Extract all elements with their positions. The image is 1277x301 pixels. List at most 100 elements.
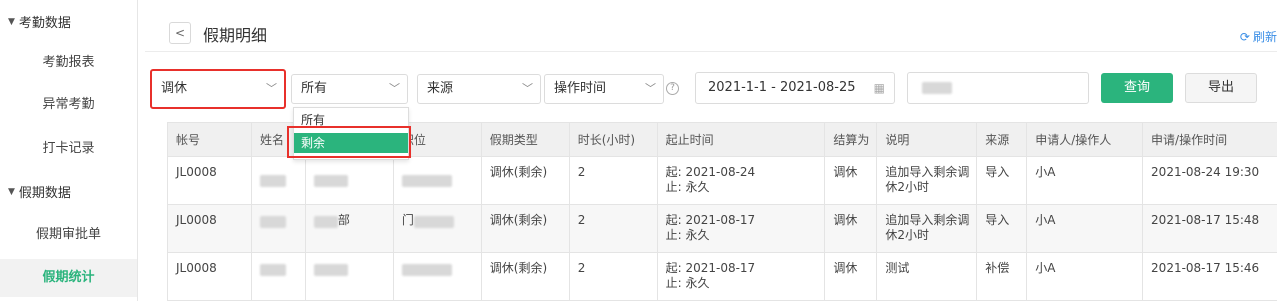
- cell-dept: 部: [304, 204, 394, 253]
- leave-type-value: 调休: [161, 81, 188, 96]
- cell-time: 2021-08-17 15:48: [1142, 204, 1277, 253]
- cell-applicant: 小A: [1026, 204, 1144, 253]
- redacted-text: [259, 263, 286, 276]
- chevron-down-icon: ﹀: [389, 82, 400, 95]
- table-row[interactable]: JL0008 部 门 调休(剩余) 2 起: 2021-08-17 止: 永久 调…: [167, 204, 1277, 253]
- redacted-text: [259, 175, 286, 187]
- chevron-down-icon: ﹀: [645, 82, 656, 95]
- period-end: 止: 永久: [665, 180, 710, 194]
- cell-account: JL0008: [167, 252, 252, 301]
- cell-name: [250, 204, 306, 253]
- page-title: 假期明细: [203, 26, 268, 45]
- export-button[interactable]: 导出: [1185, 73, 1257, 103]
- col-header-time: 申请/操作时间: [1142, 122, 1277, 157]
- col-header-account: 帐号: [167, 122, 252, 157]
- date-range-value: 2021-1-1 - 2021-08-25: [708, 80, 856, 95]
- chevron-down-icon: ﹀: [522, 82, 533, 95]
- cell-source: 导入: [976, 156, 1028, 205]
- table-row[interactable]: JL0008 调休(剩余) 2 起: 2021-08-17 止: 永久 调休 测试…: [167, 252, 1277, 301]
- period-start: 起: 2021-08-17: [665, 261, 756, 275]
- cell-time: 2021-08-17 15:46: [1142, 252, 1277, 301]
- dept-suffix: 部: [337, 213, 350, 227]
- leave-type-select[interactable]: 调休 ﹀: [150, 69, 286, 109]
- cell-period: 起: 2021-08-24 止: 永久: [656, 156, 826, 205]
- status-value: 所有: [301, 81, 328, 96]
- cell-position: [392, 252, 482, 301]
- cell-description: 追加导入剩余调休2小时: [876, 204, 978, 253]
- cell-settle: 调休: [824, 204, 878, 253]
- calendar-icon: ▦: [873, 81, 885, 95]
- redacted-text: [259, 215, 286, 228]
- cell-source: 导入: [976, 204, 1028, 253]
- sidebar-group-leave[interactable]: ▼ 假期数据: [8, 182, 71, 201]
- time-type-value: 操作时间: [554, 81, 607, 96]
- cell-dept: [304, 252, 394, 301]
- cell-leave-type: 调休(剩余): [480, 252, 570, 301]
- sidebar-item-abnormal-attendance[interactable]: 异常考勤: [0, 86, 137, 124]
- filter-bar: 调休 ﹀ 所有 ﹀ 来源 ﹀ 操作时间 ﹀ ? 2021-1-1 - 2021-…: [145, 69, 1277, 109]
- sidebar-group-attendance[interactable]: ▼ 考勤数据: [8, 12, 71, 31]
- col-header-leave-type: 假期类型: [480, 122, 570, 157]
- help-icon[interactable]: ?: [666, 82, 679, 95]
- refresh-icon: ⟳: [1239, 29, 1250, 44]
- source-value: 来源: [427, 81, 454, 96]
- redacted-text: [401, 175, 452, 187]
- refresh-label: 刷新: [1252, 30, 1277, 44]
- caret-down-icon: ▼: [8, 16, 15, 27]
- caret-down-icon: ▼: [8, 186, 15, 197]
- time-type-select[interactable]: 操作时间 ﹀: [544, 74, 664, 104]
- cell-hours: 2: [568, 252, 658, 301]
- table-row[interactable]: JL0008 调休(剩余) 2 起: 2021-08-24 止: 永久 调休 追加…: [167, 156, 1277, 205]
- cell-hours: 2: [568, 204, 658, 253]
- period-end: 止: 永久: [665, 228, 710, 242]
- col-header-description: 说明: [876, 122, 978, 157]
- query-button[interactable]: 查询: [1101, 73, 1173, 103]
- col-header-source: 来源: [976, 122, 1028, 157]
- period-start: 起: 2021-08-24: [665, 165, 756, 179]
- period-start: 起: 2021-08-17: [665, 213, 756, 227]
- cell-source: 补偿: [976, 252, 1028, 301]
- refresh-button[interactable]: ⟳ 刷新: [1240, 28, 1277, 45]
- cell-hours: 2: [568, 156, 658, 205]
- cell-applicant: 小A: [1026, 156, 1144, 205]
- sidebar: ▼ 考勤数据 考勤报表 异常考勤 打卡记录 ▼ 假期数据 假期审批单 假期统计: [0, 0, 138, 301]
- cell-settle: 调休: [824, 156, 878, 205]
- highlight-box: [287, 126, 411, 158]
- redacted-text: [413, 215, 454, 228]
- cell-name: [250, 252, 306, 301]
- sidebar-group-label: 假期数据: [18, 186, 71, 201]
- cell-leave-type: 调休(剩余): [480, 156, 570, 205]
- cell-applicant: 小A: [1026, 252, 1144, 301]
- redacted-text: [313, 215, 338, 228]
- cell-position: 门: [392, 204, 482, 253]
- cell-description: 测试: [876, 252, 978, 301]
- chevron-down-icon: ﹀: [266, 82, 277, 95]
- cell-position: [392, 156, 482, 205]
- status-select[interactable]: 所有 ﹀: [291, 74, 408, 104]
- search-input[interactable]: [907, 72, 1089, 104]
- sidebar-group-label: 考勤数据: [18, 16, 71, 31]
- cell-name: [250, 156, 306, 205]
- cell-leave-type: 调休(剩余): [480, 204, 570, 253]
- sidebar-item-leave-approval[interactable]: 假期审批单: [0, 216, 137, 254]
- redacted-text: [313, 175, 348, 187]
- period-end: 止: 永久: [665, 276, 710, 290]
- page-header: < 假期明细 ⟳ 刷新: [145, 18, 1277, 52]
- redacted-text: [922, 82, 952, 94]
- sidebar-item-leave-stats[interactable]: 假期统计: [0, 259, 137, 297]
- pos-prefix: 门: [401, 213, 414, 227]
- cell-period: 起: 2021-08-17 止: 永久: [656, 204, 826, 253]
- cell-settle: 调休: [824, 252, 878, 301]
- col-header-period: 起止时间: [656, 122, 826, 157]
- date-range-picker[interactable]: 2021-1-1 - 2021-08-25 ▦: [695, 72, 895, 104]
- col-header-hours: 时长(小时): [568, 122, 658, 157]
- source-select[interactable]: 来源 ﹀: [417, 74, 541, 104]
- col-header-settle: 结算为: [824, 122, 878, 157]
- sidebar-item-clock-records[interactable]: 打卡记录: [0, 130, 137, 168]
- redacted-text: [401, 263, 452, 276]
- back-button[interactable]: <: [169, 22, 191, 44]
- cell-time: 2021-08-24 19:30: [1142, 156, 1277, 205]
- cell-account: JL0008: [167, 204, 252, 253]
- redacted-text: [313, 263, 348, 276]
- sidebar-item-attendance-report[interactable]: 考勤报表: [0, 44, 137, 82]
